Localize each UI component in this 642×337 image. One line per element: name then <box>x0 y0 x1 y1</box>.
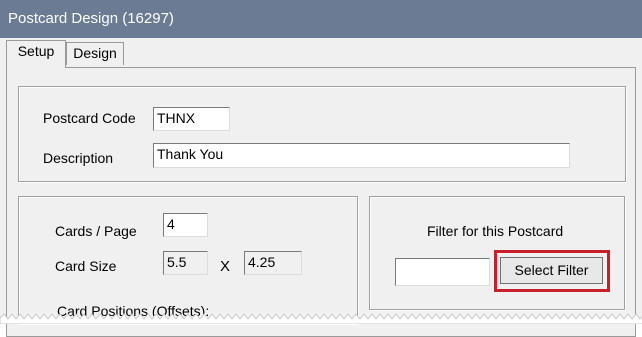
select-filter-highlight <box>494 250 610 292</box>
card-height-field[interactable]: 4.25 <box>244 251 302 275</box>
card-width-field[interactable]: 5.5 <box>163 251 208 275</box>
postcard-code-field[interactable]: THNX <box>153 107 230 131</box>
tab-setup[interactable]: Setup <box>6 40 66 68</box>
filter-label: Filter for this Postcard <box>427 223 564 239</box>
times-symbol: X <box>220 258 231 275</box>
postcard-code-label: Postcard Code <box>43 110 136 126</box>
tab-design[interactable]: Design <box>66 42 124 65</box>
cards-per-page-field[interactable]: 4 <box>163 213 208 237</box>
title-bar[interactable]: Postcard Design (16297) <box>0 0 642 38</box>
description-field[interactable]: Thank You <box>153 143 570 168</box>
card-size-label: Card Size <box>55 258 117 274</box>
description-label: Description <box>43 150 114 166</box>
cards-per-page-label: Cards / Page <box>55 223 137 239</box>
torn-edge <box>0 313 642 324</box>
filter-field[interactable] <box>395 258 490 286</box>
window-title: Postcard Design (16297) <box>8 10 174 27</box>
